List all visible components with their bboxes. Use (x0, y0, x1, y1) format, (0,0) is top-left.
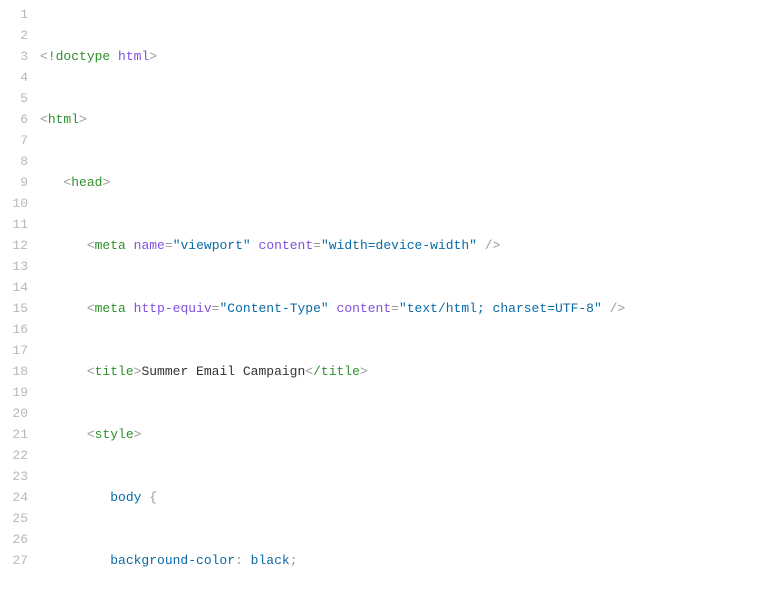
line-number: 26 (0, 529, 28, 550)
line-number: 23 (0, 466, 28, 487)
line-number: 11 (0, 214, 28, 235)
line-number: 18 (0, 361, 28, 382)
code-line: <meta http-equiv="Content-Type" content=… (40, 298, 764, 319)
line-number: 14 (0, 277, 28, 298)
line-number: 13 (0, 256, 28, 277)
line-number: 25 (0, 508, 28, 529)
line-number: 3 (0, 46, 28, 67)
line-number: 8 (0, 151, 28, 172)
line-number: 6 (0, 109, 28, 130)
code-line: body { (40, 487, 764, 508)
code-line: <html> (40, 109, 764, 130)
line-number: 15 (0, 298, 28, 319)
line-number: 10 (0, 193, 28, 214)
line-number: 17 (0, 340, 28, 361)
line-number: 5 (0, 88, 28, 109)
line-number: 19 (0, 382, 28, 403)
line-number: 16 (0, 319, 28, 340)
line-number: 27 (0, 550, 28, 571)
code-area[interactable]: <!doctype html> <html> <head> <meta name… (40, 4, 764, 587)
line-number-gutter: 1234567891011121314151617181920212223242… (0, 4, 40, 587)
line-number: 7 (0, 130, 28, 151)
line-number: 20 (0, 403, 28, 424)
code-line: <meta name="viewport" content="width=dev… (40, 235, 764, 256)
code-line: <!doctype html> (40, 46, 764, 67)
code-line: <style> (40, 424, 764, 445)
line-number: 12 (0, 235, 28, 256)
line-number: 4 (0, 67, 28, 88)
code-line: <title>Summer Email Campaign</title> (40, 361, 764, 382)
line-number: 22 (0, 445, 28, 466)
line-number: 21 (0, 424, 28, 445)
line-number: 1 (0, 4, 28, 25)
code-editor[interactable]: 1234567891011121314151617181920212223242… (0, 0, 764, 591)
line-number: 2 (0, 25, 28, 46)
code-line: background-color: black; (40, 550, 764, 571)
line-number: 24 (0, 487, 28, 508)
code-line: <head> (40, 172, 764, 193)
line-number: 9 (0, 172, 28, 193)
